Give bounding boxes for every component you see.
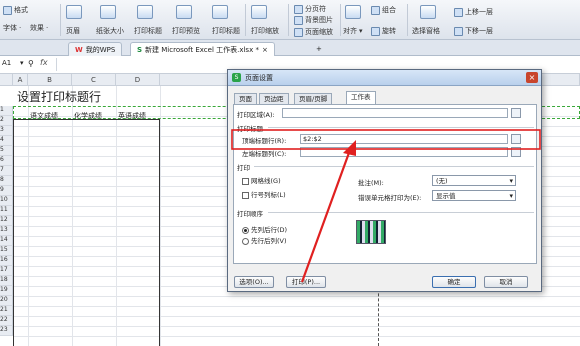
annotation-arrow [300, 149, 352, 283]
highlight-box [231, 129, 541, 150]
arrow-head-icon [343, 140, 356, 156]
annotation-overlay [231, 129, 541, 283]
